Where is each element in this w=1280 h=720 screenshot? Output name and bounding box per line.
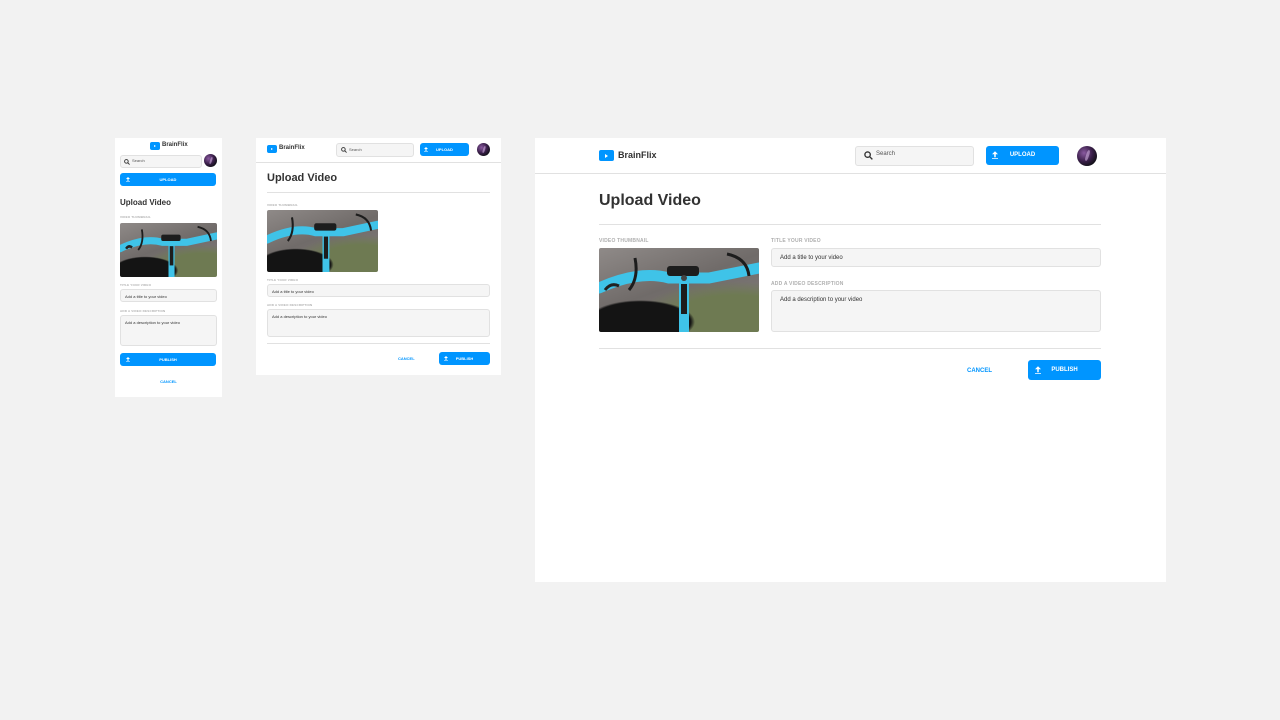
title-input[interactable]: Add a title to your video bbox=[771, 248, 1101, 267]
play-icon bbox=[150, 142, 160, 150]
cancel-button[interactable]: CANCEL bbox=[398, 356, 415, 361]
title-label: TITLE YOUR VIDEO bbox=[120, 283, 152, 287]
form-divider bbox=[267, 343, 490, 344]
description-placeholder: Add a description to your video bbox=[780, 297, 863, 303]
title-input[interactable]: Add a title to your video bbox=[120, 289, 217, 302]
user-avatar[interactable] bbox=[477, 143, 490, 156]
description-label: ADD A VIDEO DESCRIPTION bbox=[120, 309, 166, 313]
cancel-button[interactable]: CANCEL bbox=[115, 379, 222, 384]
form-divider bbox=[599, 348, 1101, 349]
title-divider bbox=[599, 224, 1101, 225]
mobile-frame: BrainFlix Search UPLOAD Upload Video VID… bbox=[115, 138, 222, 397]
cancel-button[interactable]: CANCEL bbox=[967, 368, 992, 374]
search-icon bbox=[341, 147, 347, 153]
bike-photo bbox=[120, 225, 217, 277]
title-placeholder: Add a title to your video bbox=[125, 294, 167, 299]
description-textarea[interactable]: Add a description to your video bbox=[267, 309, 490, 337]
tablet-frame: BrainFlix Search UPLOAD Upload Video VID… bbox=[256, 138, 501, 375]
search-placeholder: Search bbox=[349, 147, 362, 152]
description-textarea[interactable]: Add a description to your video bbox=[771, 290, 1101, 332]
play-icon bbox=[599, 150, 614, 161]
title-divider bbox=[267, 192, 490, 193]
upload-label: UPLOAD bbox=[436, 147, 453, 152]
play-icon bbox=[267, 145, 277, 153]
search-icon bbox=[124, 158, 130, 165]
header-divider bbox=[256, 162, 501, 163]
video-thumbnail bbox=[267, 210, 378, 272]
description-placeholder: Add a description to your video bbox=[272, 314, 327, 319]
publish-label: PUBLISH bbox=[159, 357, 177, 362]
video-thumbnail bbox=[599, 248, 759, 332]
user-avatar[interactable] bbox=[1077, 146, 1097, 166]
thumbnail-label: VIDEO THUMBNAIL bbox=[599, 238, 649, 244]
brand-name: BrainFlix bbox=[279, 145, 305, 151]
title-label: TITLE YOUR VIDEO bbox=[771, 238, 821, 244]
user-avatar[interactable] bbox=[204, 154, 217, 167]
video-thumbnail bbox=[120, 223, 217, 277]
page-title: Upload Video bbox=[599, 192, 701, 209]
upload-button[interactable]: UPLOAD bbox=[420, 143, 469, 156]
publish-button[interactable]: PUBLISH bbox=[1028, 360, 1101, 380]
title-label: TITLE YOUR VIDEO bbox=[267, 278, 299, 282]
upload-label: UPLOAD bbox=[159, 177, 177, 182]
thumbnail-label: VIDEO THUMBNAIL bbox=[267, 203, 298, 207]
search-input[interactable]: Search bbox=[120, 155, 202, 168]
description-label: ADD A VIDEO DESCRIPTION bbox=[771, 281, 844, 287]
search-placeholder: Search bbox=[132, 158, 145, 163]
desktop-frame: BrainFlix Search UPLOAD Upload Video VID… bbox=[535, 138, 1166, 582]
search-input[interactable]: Search bbox=[336, 143, 414, 157]
upload-label: UPLOAD bbox=[1009, 152, 1036, 158]
brand-name: BrainFlix bbox=[162, 142, 188, 148]
brand-name: BrainFlix bbox=[618, 150, 657, 160]
search-icon bbox=[864, 151, 873, 160]
thumbnail-label: VIDEO THUMBNAIL bbox=[120, 215, 151, 219]
page-title: Upload Video bbox=[267, 172, 338, 184]
publish-label: PUBLISH bbox=[455, 356, 474, 361]
upload-button[interactable]: UPLOAD bbox=[986, 146, 1059, 165]
title-placeholder: Add a title to your video bbox=[780, 255, 843, 261]
publish-button[interactable]: PUBLISH bbox=[439, 352, 490, 365]
description-textarea[interactable]: Add a description to your video bbox=[120, 315, 217, 346]
upload-button[interactable]: UPLOAD bbox=[120, 173, 216, 186]
description-label: ADD A VIDEO DESCRIPTION bbox=[267, 303, 313, 307]
search-placeholder: Search bbox=[876, 151, 896, 157]
page-title: Upload Video bbox=[120, 198, 171, 207]
title-input[interactable]: Add a title to your video bbox=[267, 284, 490, 297]
title-placeholder: Add a title to your video bbox=[272, 289, 314, 294]
description-placeholder: Add a description to your video bbox=[125, 320, 180, 325]
publish-button[interactable]: PUBLISH bbox=[120, 353, 216, 366]
header-divider bbox=[535, 173, 1166, 174]
publish-label: PUBLISH bbox=[1051, 367, 1078, 373]
bike-photo bbox=[599, 252, 759, 332]
search-input[interactable]: Search bbox=[855, 146, 974, 166]
bike-photo bbox=[267, 213, 378, 272]
